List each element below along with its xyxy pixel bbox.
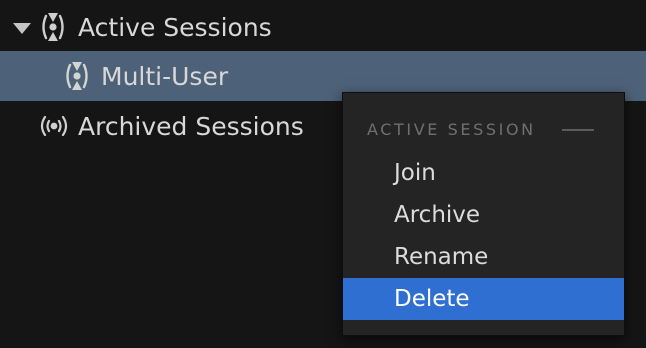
menu-item-join[interactable]: Join [343, 152, 624, 194]
menu-section-header: ACTIVE SESSION [367, 120, 594, 139]
tree-group-label: Active Sessions [78, 12, 272, 42]
chevron-down-icon[interactable] [13, 23, 31, 34]
menu-item-delete[interactable]: Delete [343, 278, 624, 320]
context-menu: ACTIVE SESSION Join Archive Rename Delet… [342, 92, 625, 336]
menu-item-label: Delete [394, 286, 470, 312]
tree-group-active-sessions[interactable]: Active Sessions [0, 2, 646, 52]
menu-section-title: ACTIVE SESSION [367, 120, 536, 139]
tree-item-label: Multi-User [101, 61, 229, 91]
session-broadcast-icon [62, 60, 92, 92]
archived-broadcast-icon [38, 114, 70, 138]
menu-item-label: Join [394, 160, 436, 186]
menu-item-label: Archive [394, 202, 481, 228]
menu-item-archive[interactable]: Archive [343, 194, 624, 236]
menu-item-rename[interactable]: Rename [343, 236, 624, 278]
tree-group-label: Archived Sessions [78, 111, 304, 141]
session-broadcast-icon [38, 11, 68, 43]
menu-section-divider [561, 128, 594, 131]
menu-item-label: Rename [394, 244, 489, 270]
